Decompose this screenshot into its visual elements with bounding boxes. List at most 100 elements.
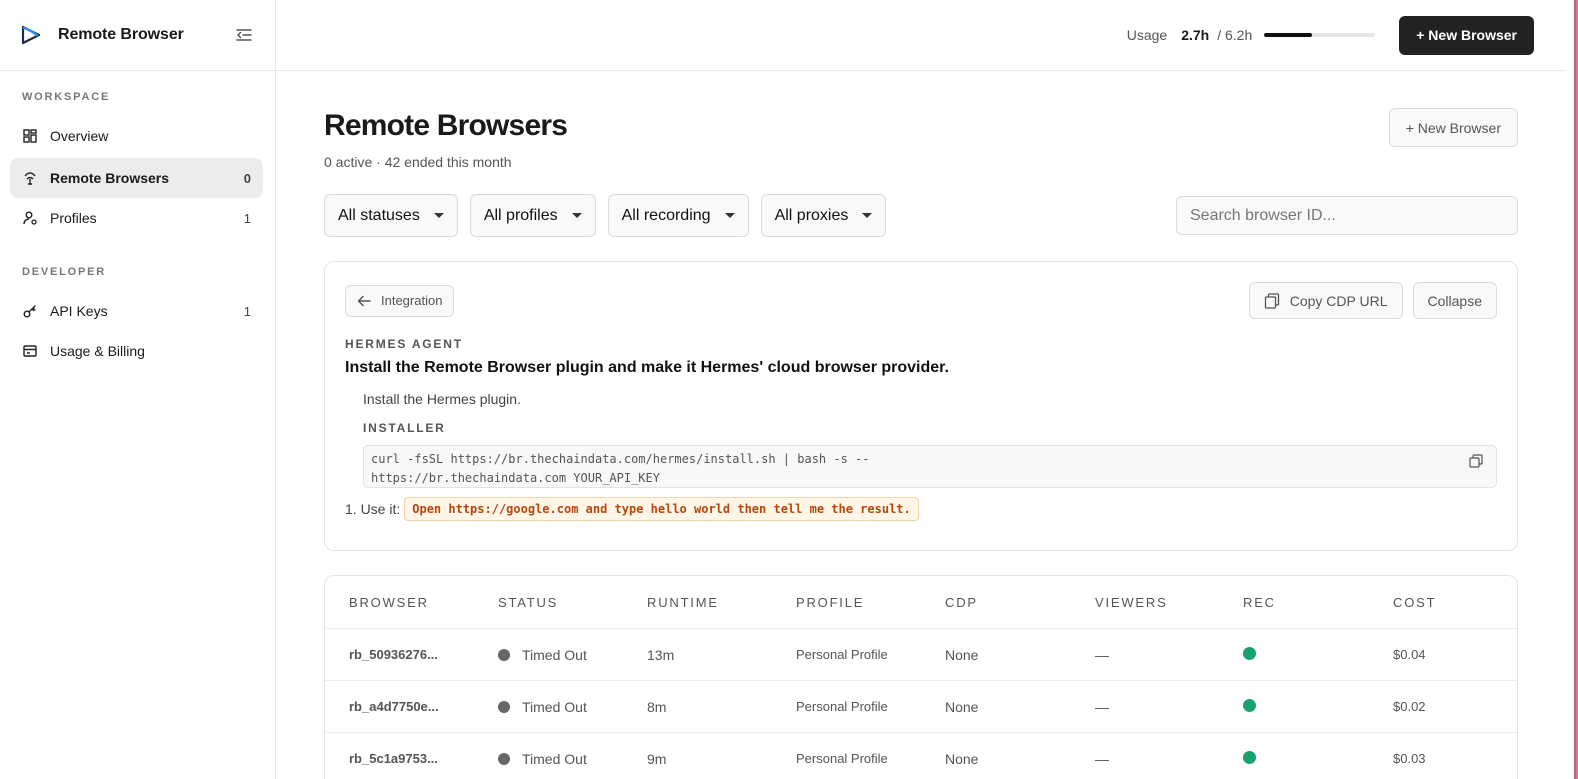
proxy-filter-value: All proxies — [774, 206, 849, 224]
logo-icon — [20, 24, 42, 46]
section-label-developer: DEVELOPER — [22, 266, 107, 278]
usage-progress-fill — [1264, 33, 1312, 37]
sidebar-item-usage-billing[interactable]: Usage & Billing — [10, 331, 263, 371]
new-browser-button[interactable]: + New Browser — [1388, 108, 1518, 147]
copy-icon[interactable] — [1469, 454, 1483, 468]
profile-cell: Personal Profile — [796, 699, 888, 714]
integration-back-label: Integration — [381, 293, 443, 308]
recording-dot-icon — [1243, 750, 1256, 764]
installer-label: INSTALLER — [363, 421, 446, 435]
grid-icon — [22, 128, 38, 144]
recording-dot-icon — [1243, 646, 1256, 660]
use-it-code[interactable]: Open https://google.com and type hello w… — [404, 497, 919, 521]
cost-cell: $0.02 — [1393, 699, 1426, 714]
table-row[interactable]: rb_5c1a9753... Timed Out 9m Personal Pro… — [325, 733, 1517, 779]
sidebar-item-label: Overview — [50, 128, 109, 144]
status-filter-value: All statuses — [338, 206, 420, 224]
sidebar-header: Remote Browser — [0, 0, 275, 71]
caret-down-icon — [571, 213, 582, 218]
recording-filter-select[interactable]: All recording — [607, 194, 749, 237]
column-header[interactable]: RUNTIME — [647, 595, 796, 610]
integration-title: Install the Remote Browser plugin and ma… — [345, 359, 949, 376]
caret-down-icon — [433, 213, 444, 218]
installer-code-line: https://br.thechaindata.com YOUR_API_KEY — [371, 471, 660, 485]
topbar: Usage 2.7h / 6.2h + New Browser — [276, 0, 1578, 71]
page-header: Remote Browsers 0 active · 42 ended this… — [324, 71, 1518, 194]
section-label-workspace: WORKSPACE — [22, 91, 111, 103]
column-header[interactable]: CDP — [945, 595, 1095, 610]
browser-id[interactable]: rb_50936276... — [349, 647, 498, 662]
collapse-button[interactable]: Collapse — [1412, 282, 1497, 319]
viewers-cell: — — [1095, 646, 1109, 663]
cdp-cell: None — [945, 750, 979, 767]
use-it-prefix: 1. Use it: — [345, 501, 401, 517]
proxy-filter-select[interactable]: All proxies — [760, 194, 887, 237]
sidebar-item-count: 1 — [243, 303, 251, 319]
recording-filter-value: All recording — [621, 206, 711, 224]
collapse-label: Collapse — [1427, 292, 1482, 309]
runtime-cell: 8m — [647, 698, 667, 715]
filter-bar: All statuses All profiles All recording … — [324, 194, 1518, 237]
column-header[interactable]: STATUS — [498, 595, 647, 610]
integration-eyebrow: HERMES AGENT — [345, 337, 463, 351]
column-header[interactable]: VIEWERS — [1095, 595, 1243, 610]
integration-back-button[interactable]: Integration — [345, 284, 455, 317]
billing-icon — [22, 343, 38, 359]
rec-cell — [1243, 698, 1393, 715]
sidebar-item-label: Remote Browsers — [50, 170, 170, 186]
page-title: Remote Browsers — [324, 109, 568, 142]
page-subtitle: 0 active · 42 ended this month — [324, 154, 512, 170]
sidebar-item-overview[interactable]: Overview — [10, 116, 263, 156]
copy-cdp-url-label: Copy CDP URL — [1289, 292, 1388, 309]
status-dot-icon — [498, 648, 510, 661]
status-dot-icon — [498, 700, 510, 713]
sidebar-item-profiles[interactable]: Profiles 1 — [10, 198, 263, 238]
viewers-cell: — — [1095, 698, 1109, 715]
copy-cdp-url-button[interactable]: Copy CDP URL — [1248, 282, 1403, 319]
usage-progress-bar — [1264, 33, 1376, 37]
sidebar-item-count: 0 — [243, 170, 251, 186]
status-filter-select[interactable]: All statuses — [324, 194, 458, 237]
usage-label: Usage — [1126, 27, 1168, 43]
status-text: Timed Out — [522, 750, 587, 767]
table-row[interactable]: rb_a4d7750e... Timed Out 8m Personal Pro… — [325, 681, 1517, 733]
rec-cell — [1243, 750, 1393, 767]
integration-step-text: Install the Hermes plugin. — [363, 391, 521, 407]
arrow-left-icon — [357, 295, 371, 307]
recording-dot-icon — [1243, 698, 1256, 712]
antenna-icon — [22, 170, 38, 186]
sidebar-item-label: Profiles — [50, 210, 97, 226]
browsers-table: BROWSER STATUS RUNTIME PROFILE CDP VIEWE… — [324, 575, 1518, 779]
runtime-cell: 13m — [647, 646, 675, 663]
status-text: Timed Out — [522, 646, 587, 663]
sidebar-item-label: API Keys — [50, 303, 108, 319]
browser-id[interactable]: rb_a4d7750e... — [349, 699, 498, 714]
sidebar-item-api-keys[interactable]: API Keys 1 — [10, 291, 263, 331]
search-input[interactable] — [1176, 196, 1518, 235]
column-header[interactable]: COST — [1393, 595, 1493, 610]
sidebar-item-count: 1 — [243, 210, 251, 226]
status-cell: Timed Out — [498, 751, 647, 767]
column-header[interactable]: REC — [1243, 595, 1393, 610]
profile-filter-select[interactable]: All profiles — [469, 194, 596, 237]
status-dot-icon — [498, 752, 510, 765]
new-browser-button-header[interactable]: + New Browser — [1399, 15, 1534, 55]
collapse-sidebar-icon[interactable] — [235, 26, 253, 44]
use-it-line: 1. Use it: Open https://google.com and t… — [345, 497, 1497, 521]
status-text: Timed Out — [522, 698, 587, 715]
browser-id[interactable]: rb_5c1a9753... — [349, 751, 498, 766]
usage-value: 2.7h — [1181, 27, 1210, 43]
cost-cell: $0.03 — [1393, 751, 1426, 766]
installer-code-line: curl -fsSL https://br.thechaindata.com/h… — [371, 452, 870, 466]
installer-code-block: curl -fsSL https://br.thechaindata.com/h… — [363, 445, 1497, 488]
column-header[interactable]: BROWSER — [349, 595, 498, 610]
key-icon — [22, 303, 38, 319]
rec-cell — [1243, 646, 1393, 663]
app-name: Remote Browser — [58, 26, 184, 43]
main-content: Remote Browsers 0 active · 42 ended this… — [324, 71, 1518, 779]
sidebar: Remote Browser WORKSPACE Overview Remote… — [0, 0, 276, 779]
sidebar-item-remote-browsers[interactable]: Remote Browsers 0 — [10, 158, 263, 198]
table-row[interactable]: rb_50936276... Timed Out 13m Personal Pr… — [325, 629, 1517, 681]
column-header[interactable]: PROFILE — [796, 595, 945, 610]
integration-card-toolbar: Integration Copy CDP URL Collapse — [345, 282, 1497, 319]
